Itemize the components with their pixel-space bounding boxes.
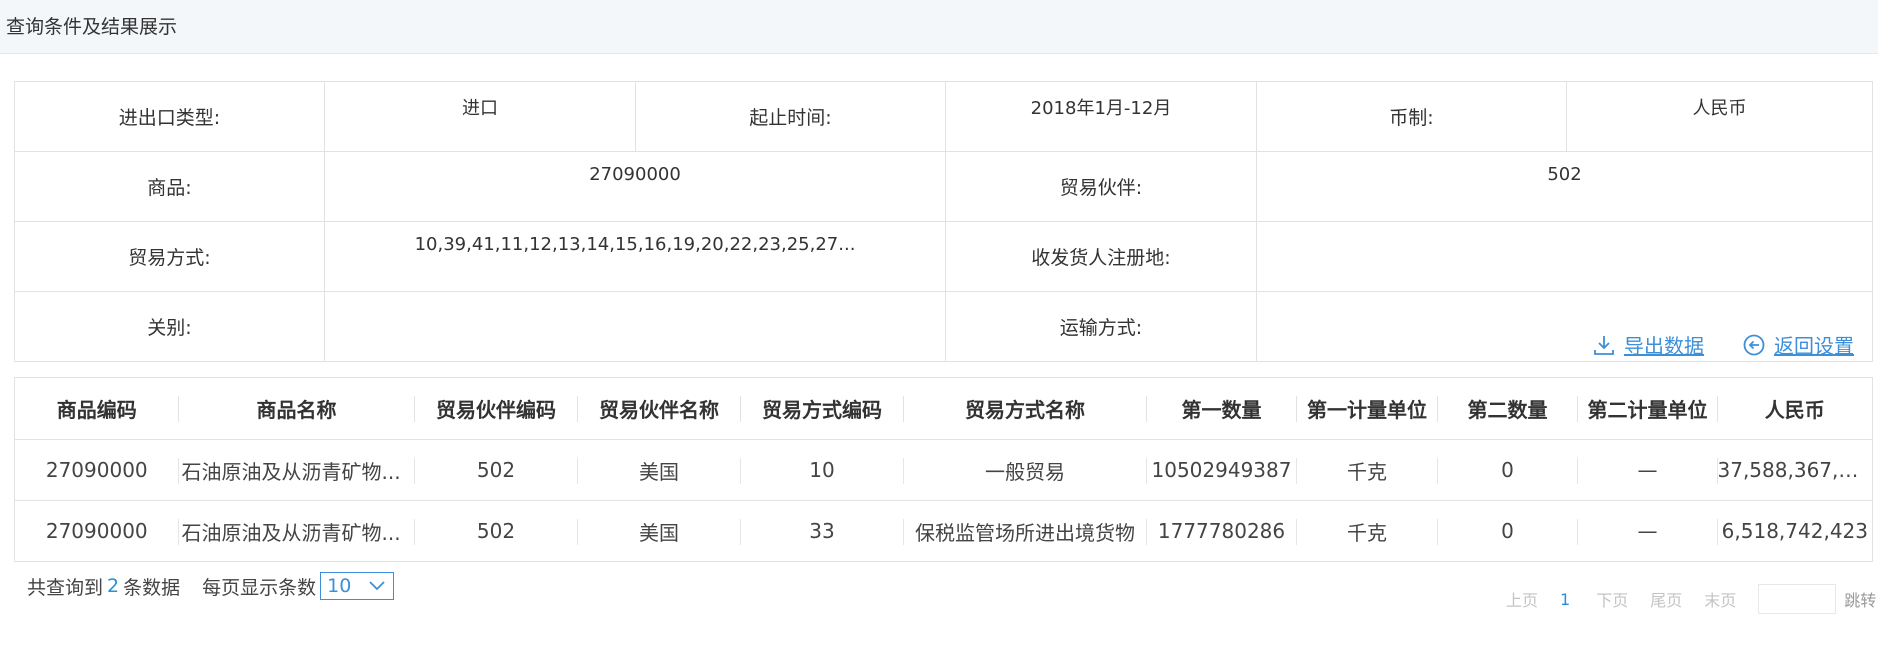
col-header-trade-mode-code: 贸易方式编码 — [740, 377, 904, 440]
page-size-label: 每页显示条数 — [202, 576, 317, 599]
table-row: 27090000 石油原油及从沥青矿物... 502 美国 10 一般贸易 10… — [14, 439, 1873, 501]
page-size-value: 10 — [327, 575, 352, 597]
cell-partner-code: 502 — [414, 500, 578, 562]
table-row: 27090000 石油原油及从沥青矿物... 502 美国 33 保税监管场所进… — [14, 500, 1873, 562]
results-header-row: 商品编码 商品名称 贸易伙伴编码 贸易伙伴名称 贸易方式编码 贸易方式名称 第一… — [14, 377, 1873, 440]
col-header-rmb: 人民币 — [1717, 377, 1873, 440]
customs-value — [324, 291, 946, 362]
col-header-goods-code: 商品编码 — [14, 377, 179, 440]
currency-value: 人民币 — [1566, 81, 1873, 152]
period-label: 起止时间: — [635, 81, 946, 152]
currency-label: 币制: — [1256, 81, 1567, 152]
trade-mode-value: 10,39,41,11,12,13,14,15,16,19,20,22,23,2… — [324, 221, 946, 292]
cell-first-quantity: 1777780286 — [1146, 500, 1297, 562]
cell-partner-code: 502 — [414, 439, 578, 501]
cell-goods-name: 石油原油及从沥青矿物... — [178, 500, 415, 562]
trade-type-value: 进口 — [324, 81, 636, 152]
pagination: 上页 1 下页 尾页 末页 跳转 — [1506, 584, 1876, 614]
cell-second-quantity: 0 — [1437, 500, 1578, 562]
cell-trade-mode-code: 33 — [740, 500, 904, 562]
customs-label: 关别: — [14, 291, 325, 362]
cell-first-quantity: 10502949387 — [1146, 439, 1297, 501]
total-count: 2 — [107, 575, 120, 597]
back-to-settings-label[interactable]: 返回设置 — [1774, 330, 1854, 359]
col-header-partner-name: 贸易伙伴名称 — [577, 377, 741, 440]
cell-goods-code: 27090000 — [14, 500, 179, 562]
col-header-first-unit: 第一计量单位 — [1296, 377, 1438, 440]
jump-page-input[interactable] — [1758, 584, 1837, 614]
result-actions: 导出数据 返回设置 — [1592, 330, 1854, 359]
cell-second-unit: — — [1577, 439, 1718, 501]
cell-first-unit: 千克 — [1296, 439, 1438, 501]
col-header-partner-code: 贸易伙伴编码 — [414, 377, 578, 440]
back-to-settings-button[interactable]: 返回设置 — [1742, 330, 1854, 359]
consignee-region-label: 收发货人注册地: — [945, 221, 1257, 292]
jump-button[interactable]: 跳转 — [1844, 587, 1876, 611]
next-page-button[interactable]: 下页 — [1596, 587, 1628, 611]
cell-rmb: 37,588,367,893 — [1717, 439, 1873, 501]
total-suffix: 条数据 — [123, 576, 181, 599]
page-size-select[interactable]: 10 — [320, 572, 395, 600]
cell-partner-name: 美国 — [577, 500, 741, 562]
period-value: 2018年1月-12月 — [945, 81, 1257, 152]
trade-type-label: 进出口类型: — [14, 81, 325, 152]
cell-partner-name: 美国 — [577, 439, 741, 501]
transport-label: 运输方式: — [945, 291, 1257, 362]
trade-mode-label: 贸易方式: — [14, 221, 325, 292]
cell-first-unit: 千克 — [1296, 500, 1438, 562]
partner-value: 502 — [1256, 151, 1873, 222]
consignee-region-value — [1256, 221, 1873, 292]
query-conditions-table: 进出口类型: 进口 起止时间: 2018年1月-12月 币制: 人民币 商品: … — [14, 81, 1873, 362]
current-page[interactable]: 1 — [1560, 590, 1570, 609]
col-header-second-quantity: 第二数量 — [1437, 377, 1578, 440]
cell-second-quantity: 0 — [1437, 439, 1578, 501]
col-header-second-unit: 第二计量单位 — [1577, 377, 1718, 440]
page-header: 查询条件及结果展示 — [0, 0, 1878, 54]
col-header-first-quantity: 第一数量 — [1146, 377, 1297, 440]
page-title: 查询条件及结果展示 — [6, 16, 178, 38]
cell-second-unit: — — [1577, 500, 1718, 562]
goods-value: 27090000 — [324, 151, 946, 222]
end-page-button[interactable]: 末页 — [1704, 587, 1736, 611]
results-table: 商品编码 商品名称 贸易伙伴编码 贸易伙伴名称 贸易方式编码 贸易方式名称 第一… — [14, 377, 1873, 562]
cell-trade-mode-code: 10 — [740, 439, 904, 501]
cell-goods-name: 石油原油及从沥青矿物... — [178, 439, 415, 501]
goods-label: 商品: — [14, 151, 325, 222]
cell-trade-mode-name: 保税监管场所进出境货物 — [903, 500, 1147, 562]
cell-trade-mode-name: 一般贸易 — [903, 439, 1147, 501]
prev-page-button[interactable]: 上页 — [1506, 587, 1538, 611]
results-summary: 共查询到 2 条数据 每页显示条数 10 — [27, 572, 395, 600]
col-header-goods-name: 商品名称 — [178, 377, 415, 440]
export-data-label[interactable]: 导出数据 — [1624, 330, 1704, 359]
back-arrow-circle-icon — [1743, 334, 1765, 355]
export-data-button[interactable]: 导出数据 — [1592, 330, 1704, 359]
partner-label: 贸易伙伴: — [945, 151, 1257, 222]
last-page-button[interactable]: 尾页 — [1650, 587, 1682, 611]
download-icon — [1594, 335, 1614, 355]
cell-rmb: 6,518,742,423 — [1717, 500, 1873, 562]
total-prefix: 共查询到 — [27, 576, 104, 599]
cell-goods-code: 27090000 — [14, 439, 179, 501]
col-header-trade-mode-name: 贸易方式名称 — [903, 377, 1147, 440]
chevron-down-icon — [369, 581, 385, 591]
